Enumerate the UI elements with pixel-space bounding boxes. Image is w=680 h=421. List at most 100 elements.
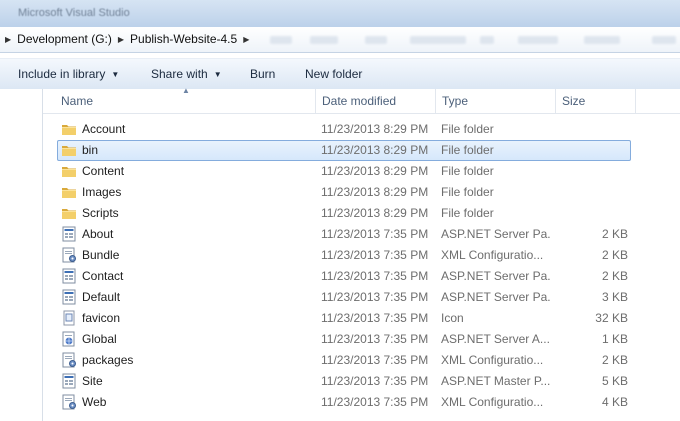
background-ghost — [518, 36, 558, 44]
file-name: Web — [82, 395, 107, 409]
file-row[interactable]: Site 11/23/2013 7:35 PM ASP.NET Master P..… — [43, 371, 680, 392]
file-date-modified: 11/23/2013 7:35 PM — [321, 353, 429, 367]
column-divider[interactable] — [435, 89, 436, 113]
file-name: bin — [82, 143, 99, 157]
file-date-modified: 11/23/2013 7:35 PM — [321, 311, 429, 325]
folder-icon — [61, 142, 77, 158]
dropdown-arrow-icon: ▼ — [213, 70, 222, 79]
file-size: 1 KB — [601, 332, 628, 346]
column-divider[interactable] — [315, 89, 316, 113]
file-type: File folder — [441, 206, 494, 220]
file-size: 32 KB — [595, 311, 628, 325]
file-date-modified: 11/23/2013 8:29 PM — [321, 206, 429, 220]
chevron-right-icon[interactable]: ▶ — [5, 35, 11, 44]
file-type: ASP.NET Master P... — [441, 374, 551, 388]
file-type: XML Configuratio... — [441, 395, 544, 409]
folder-icon — [61, 184, 77, 200]
background-ghost — [584, 36, 620, 44]
file-type: ASP.NET Server Pa... — [441, 290, 551, 304]
burn-button[interactable]: Burn — [250, 67, 275, 81]
column-header-type[interactable]: Type — [442, 94, 468, 108]
include-in-library-button[interactable]: Include in library ▼ — [18, 67, 119, 81]
aspx-page-icon — [61, 373, 77, 389]
command-bar: Include in library ▼ Share with ▼ Burn New… — [0, 58, 680, 90]
file-row[interactable]: Content 11/23/2013 8:29 PM File folder — [43, 161, 680, 182]
file-date-modified: 11/23/2013 8:29 PM — [321, 143, 429, 157]
address-bar[interactable]: ▶ Development (G:) ▶ Publish-Website-4.5… — [0, 27, 680, 53]
window-title-bar: Microsoft Visual Studio — [0, 0, 680, 28]
file-name: favicon — [82, 311, 121, 325]
file-name: Contact — [82, 269, 124, 283]
file-row[interactable]: Default 11/23/2013 7:35 PM ASP.NET Server … — [43, 287, 680, 308]
file-row[interactable]: Global 11/23/2013 7:35 PM ASP.NET Server A… — [43, 329, 680, 350]
file-row[interactable]: favicon 11/23/2013 7:35 PM Icon 32 KB — [43, 308, 680, 329]
aspx-page-icon — [61, 226, 77, 242]
file-size: 5 KB — [601, 374, 628, 388]
navigation-pane[interactable] — [0, 89, 43, 421]
background-ghost — [652, 36, 676, 44]
breadcrumb-folder[interactable]: Publish-Website-4.5 — [130, 32, 237, 46]
file-row[interactable]: Contact 11/23/2013 7:35 PM ASP.NET Server … — [43, 266, 680, 287]
column-header-row: ▲ Name Date modified Type Size — [43, 86, 680, 114]
file-type: Icon — [441, 311, 464, 325]
file-date-modified: 11/23/2013 7:35 PM — [321, 248, 429, 262]
column-header-date[interactable]: Date modified — [322, 94, 396, 108]
config-file-icon — [61, 247, 77, 263]
breadcrumb: ▶ Development (G:) ▶ Publish-Website-4.5… — [5, 32, 249, 46]
file-size: 2 KB — [601, 248, 628, 262]
sort-ascending-icon: ▲ — [182, 86, 190, 95]
file-type: File folder — [441, 164, 494, 178]
column-divider[interactable] — [635, 89, 636, 113]
file-date-modified: 11/23/2013 7:35 PM — [321, 227, 429, 241]
file-row[interactable]: Bundle 11/23/2013 7:35 PM XML Configuratio… — [43, 245, 680, 266]
file-row[interactable]: Images 11/23/2013 8:29 PM File folder — [43, 182, 680, 203]
file-type: File folder — [441, 185, 494, 199]
column-header-name[interactable]: Name — [61, 94, 93, 108]
column-divider[interactable] — [555, 89, 556, 113]
background-ghost — [310, 36, 338, 44]
file-date-modified: 11/23/2013 8:29 PM — [321, 164, 429, 178]
file-row[interactable]: bin 11/23/2013 8:29 PM File folder — [57, 140, 631, 161]
file-size: 2 KB — [601, 353, 628, 367]
asax-file-icon — [61, 331, 77, 347]
folder-icon — [61, 163, 77, 179]
file-name: Content — [82, 164, 125, 178]
chevron-right-icon[interactable]: ▶ — [243, 35, 249, 44]
file-row[interactable]: About 11/23/2013 7:35 PM ASP.NET Server Pa… — [43, 224, 680, 245]
file-name: Global — [82, 332, 117, 346]
file-name: Default — [82, 290, 121, 304]
config-file-icon — [61, 352, 77, 368]
file-date-modified: 11/23/2013 7:35 PM — [321, 332, 429, 346]
breadcrumb-drive[interactable]: Development (G:) — [17, 32, 112, 46]
file-name: Images — [82, 185, 122, 199]
aspx-page-icon — [61, 268, 77, 284]
file-date-modified: 11/23/2013 8:29 PM — [321, 122, 429, 136]
column-header-size[interactable]: Size — [562, 94, 585, 108]
file-size: 2 KB — [601, 227, 628, 241]
file-name: Account — [82, 122, 126, 136]
folder-icon — [61, 121, 77, 137]
file-type: ASP.NET Server A... — [441, 332, 550, 346]
file-row[interactable]: Web 11/23/2013 7:35 PM XML Configuratio...… — [43, 392, 680, 413]
chevron-right-icon[interactable]: ▶ — [118, 35, 124, 44]
file-name: Scripts — [82, 206, 119, 220]
file-date-modified: 11/23/2013 8:29 PM — [321, 185, 429, 199]
share-with-button[interactable]: Share with ▼ — [151, 67, 222, 81]
file-size: 2 KB — [601, 269, 628, 283]
file-row[interactable]: packages 11/23/2013 7:35 PM XML Configurat… — [43, 350, 680, 371]
background-ghost — [365, 36, 387, 44]
background-ghost — [480, 36, 494, 44]
file-size: 3 KB — [601, 290, 628, 304]
file-row[interactable]: Scripts 11/23/2013 8:29 PM File folder — [43, 203, 680, 224]
file-size: 4 KB — [601, 395, 628, 409]
config-file-icon — [61, 394, 77, 410]
file-row[interactable]: Account 11/23/2013 8:29 PM File folder — [43, 119, 680, 140]
file-name: packages — [82, 353, 134, 367]
new-folder-button[interactable]: New folder — [305, 67, 362, 81]
background-ghost — [270, 36, 292, 44]
file-type: File folder — [441, 122, 494, 136]
file-type: XML Configuratio... — [441, 353, 544, 367]
file-name: About — [82, 227, 114, 241]
file-type: File folder — [441, 143, 494, 157]
file-date-modified: 11/23/2013 7:35 PM — [321, 269, 429, 283]
